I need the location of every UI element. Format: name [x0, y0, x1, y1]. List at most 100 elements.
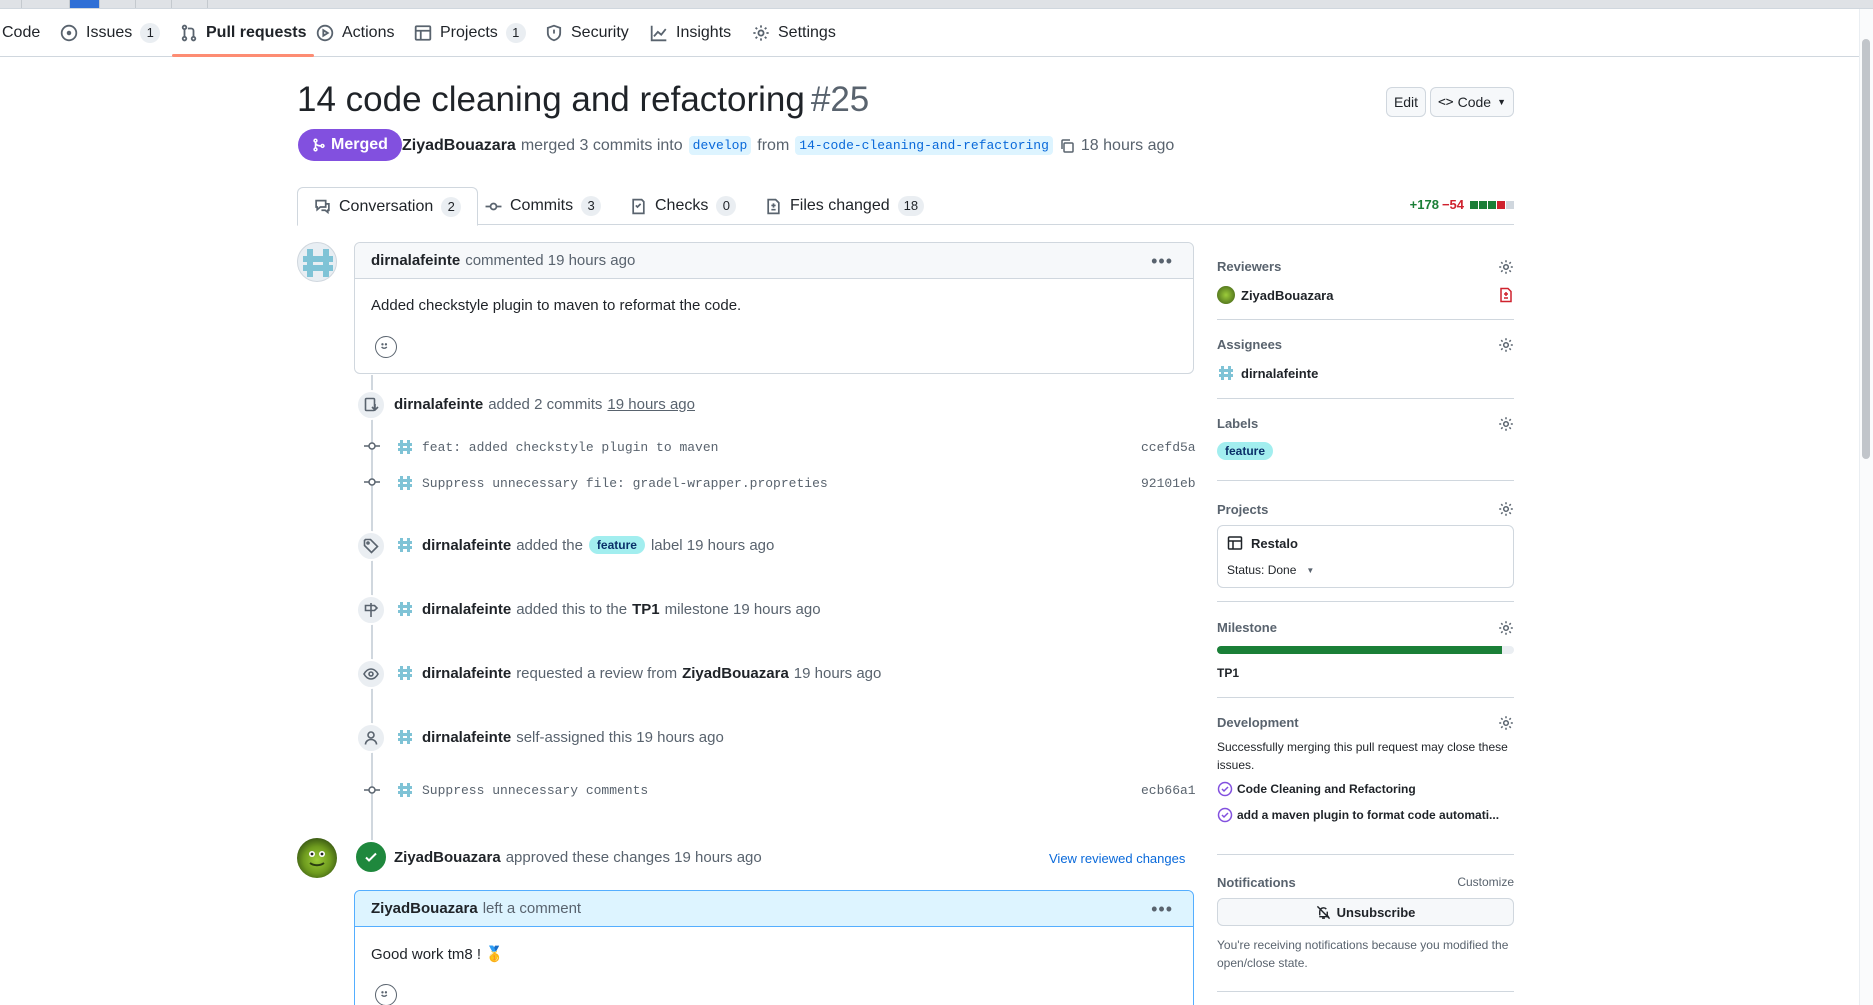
- event-author[interactable]: dirnalafeinte: [422, 601, 511, 618]
- browser-tab-strip: [0, 0, 1873, 9]
- nav-issues-label: Issues: [86, 24, 133, 41]
- copy-icon[interactable]: [1059, 138, 1075, 154]
- approver[interactable]: ZiyadBouazara: [394, 849, 501, 866]
- view-reviewed-changes-link[interactable]: View reviewed changes: [1049, 851, 1185, 866]
- reviewer-row[interactable]: ZiyadBouazara: [1217, 286, 1333, 304]
- commit-sha[interactable]: 92101eb: [1141, 476, 1196, 491]
- pr-meta: ZiyadBouazara merged 3 commits into deve…: [402, 136, 1174, 155]
- base-branch[interactable]: develop: [688, 136, 752, 155]
- avatar-image-icon: [309, 851, 325, 867]
- gear-icon[interactable]: [1498, 715, 1514, 731]
- commit-message[interactable]: Suppress unnecessary file: gradel-wrappe…: [422, 476, 828, 491]
- nav-settings[interactable]: Settings: [752, 9, 836, 57]
- tab-checks-count: 0: [716, 196, 737, 216]
- pull-request-icon: [181, 24, 197, 42]
- kebab-menu-icon[interactable]: •••: [1151, 251, 1173, 272]
- tab-commits[interactable]: Commits 3: [485, 187, 602, 225]
- gear-icon[interactable]: [1498, 620, 1514, 636]
- nav-projects[interactable]: Projects 1: [414, 9, 526, 57]
- sidebar-heading: Projects: [1217, 502, 1269, 517]
- gear-icon[interactable]: [1498, 416, 1514, 432]
- browser-tab[interactable]: [100, 0, 136, 8]
- avatar[interactable]: [297, 838, 337, 878]
- event-author[interactable]: dirnalafeinte: [394, 396, 483, 413]
- browser-tab[interactable]: [0, 0, 22, 8]
- browser-tab[interactable]: [136, 0, 172, 8]
- repo-navigation: Code Issues 1 Pull requests Actions Proj…: [0, 9, 1873, 57]
- status-label: Merged: [331, 136, 388, 153]
- identicon-icon: [398, 440, 412, 454]
- browser-tab[interactable]: [172, 0, 208, 8]
- pr-author[interactable]: ZiyadBouazara: [402, 137, 516, 155]
- project-name[interactable]: Restalo: [1251, 536, 1298, 551]
- browser-tab[interactable]: [22, 0, 70, 8]
- label-feature[interactable]: feature: [1217, 442, 1274, 460]
- nav-actions[interactable]: Actions: [316, 9, 394, 57]
- commit-sha[interactable]: ecb66a1: [1141, 783, 1196, 798]
- project-card[interactable]: Restalo Status: Done ▼: [1217, 525, 1514, 588]
- avatar[interactable]: [297, 242, 337, 282]
- label-feature[interactable]: feature: [588, 536, 645, 554]
- linked-issue[interactable]: Code Cleaning and Refactoring: [1217, 781, 1416, 797]
- commit-sha[interactable]: ccefd5a: [1141, 440, 1196, 455]
- linked-issue[interactable]: add a maven plugin to format code automa…: [1217, 807, 1499, 823]
- edit-button[interactable]: Edit: [1386, 87, 1426, 117]
- nav-pull-requests[interactable]: Pull requests: [171, 9, 316, 57]
- smiley-icon[interactable]: [375, 336, 397, 358]
- identicon-icon: [398, 783, 412, 797]
- assignee-name[interactable]: dirnalafeinte: [1241, 366, 1318, 381]
- comment-author[interactable]: dirnalafeinte: [371, 252, 460, 269]
- kebab-menu-icon[interactable]: •••: [1151, 899, 1173, 920]
- tab-conversation[interactable]: Conversation 2: [297, 187, 479, 226]
- comment-action: commented 19 hours ago: [465, 252, 636, 269]
- sidebar-development: Development Successfully merging this pu…: [1217, 698, 1514, 855]
- tab-checks[interactable]: Checks 0: [630, 187, 737, 225]
- commit-row[interactable]: feat: added checkstyle plugin to maven: [396, 438, 718, 456]
- project-status[interactable]: Status: Done ▼: [1227, 563, 1314, 577]
- edit-button-label: Edit: [1393, 94, 1419, 110]
- event-author[interactable]: dirnalafeinte: [422, 665, 511, 682]
- milestone-name[interactable]: TP1: [632, 601, 660, 618]
- reviewer-name[interactable]: ZiyadBouazara: [1241, 288, 1333, 303]
- notifications-text: You're receiving notifications because y…: [1217, 938, 1509, 970]
- commits-event-text: added 2 commits: [488, 396, 603, 413]
- scrollbar[interactable]: [1859, 9, 1873, 1005]
- commits-event-time[interactable]: 19 hours ago: [607, 396, 695, 413]
- tab-files-changed[interactable]: Files changed 18: [765, 187, 925, 225]
- assign-event-text: self-assigned this 19 hours ago: [516, 728, 724, 746]
- nav-insights[interactable]: Insights: [650, 9, 731, 57]
- file-diff-icon[interactable]: [1498, 287, 1514, 303]
- requested-reviewer[interactable]: ZiyadBouazara: [682, 665, 789, 682]
- tab-commits-count: 3: [581, 196, 602, 216]
- comment-author[interactable]: ZiyadBouazara: [371, 900, 478, 917]
- merge-icon: [313, 138, 325, 152]
- unsubscribe-button[interactable]: Unsubscribe: [1217, 898, 1514, 926]
- commit-row[interactable]: Suppress unnecessary comments: [396, 781, 648, 799]
- linked-issue-title[interactable]: add a maven plugin to format code automa…: [1237, 808, 1499, 822]
- commit-message[interactable]: Suppress unnecessary comments: [422, 783, 648, 798]
- gear-icon[interactable]: [1498, 501, 1514, 517]
- nav-issues[interactable]: Issues 1: [60, 9, 161, 57]
- table-icon: [414, 25, 432, 41]
- milestone-name[interactable]: TP1: [1217, 666, 1239, 680]
- scrollbar-thumb[interactable]: [1862, 39, 1870, 459]
- commit-row[interactable]: Suppress unnecessary file: gradel-wrappe…: [396, 474, 828, 492]
- smiley-icon[interactable]: [375, 984, 397, 1005]
- tab-commits-label: Commits: [510, 197, 574, 214]
- nav-security[interactable]: Security: [545, 9, 629, 57]
- commit-message[interactable]: feat: added checkstyle plugin to maven: [422, 440, 718, 455]
- linked-issue-title[interactable]: Code Cleaning and Refactoring: [1237, 782, 1416, 796]
- nav-code[interactable]: Code: [2, 9, 40, 57]
- browser-tab-active[interactable]: [70, 0, 100, 8]
- code-button[interactable]: <> Code ▼: [1430, 87, 1514, 117]
- event-author[interactable]: dirnalafeinte: [422, 729, 511, 746]
- assignee-row[interactable]: dirnalafeinte: [1217, 364, 1318, 382]
- checklist-icon: [632, 198, 645, 214]
- event-author[interactable]: dirnalafeinte: [422, 537, 511, 554]
- customize-link[interactable]: Customize: [1457, 875, 1514, 889]
- gear-icon[interactable]: [1498, 259, 1514, 275]
- head-branch[interactable]: 14-code-cleaning-and-refactoring: [795, 136, 1053, 155]
- gear-icon[interactable]: [1498, 337, 1514, 353]
- assign-event: dirnalafeinte self-assigned this 19 hour…: [396, 728, 724, 746]
- diffstat-additions: +178: [1409, 197, 1439, 212]
